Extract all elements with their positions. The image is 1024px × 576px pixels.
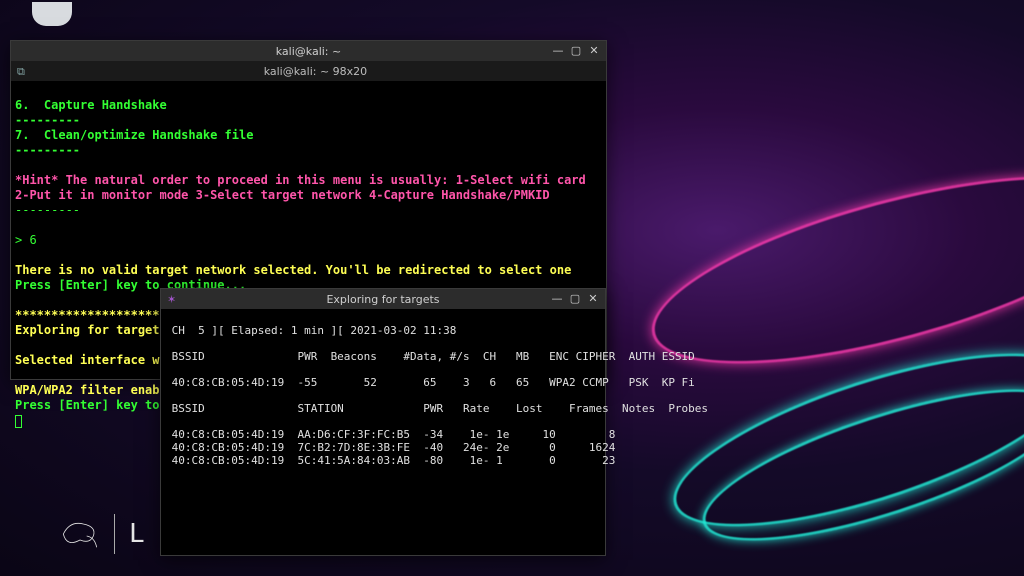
- airodump-columns-ap: BSSID PWR Beacons #Data, #/s CH MB ENC C…: [165, 350, 695, 363]
- airodump-output: CH 5 ][ Elapsed: 1 min ][ 2021-03-02 11:…: [161, 309, 605, 482]
- titlebar[interactable]: ✶ Exploring for targets — ▢ ✕: [161, 289, 605, 309]
- table-row: 40:C8:CB:05:4D:19 -55 52 65 3 6 65 WPA2 …: [165, 376, 695, 389]
- term-line: 6. Capture Handshake: [15, 98, 167, 112]
- term-line: ---------: [15, 143, 80, 157]
- window-title: kali@kali: ~: [11, 44, 606, 59]
- panel-applet-icon[interactable]: [32, 2, 72, 26]
- close-button[interactable]: ✕: [585, 291, 601, 305]
- term-line: ---------: [15, 203, 80, 217]
- terminal-tabbar[interactable]: ⧉ kali@kali: ~ 98x20: [11, 61, 606, 81]
- kali-dragon-icon: [60, 517, 100, 551]
- airodump-columns-clients: BSSID STATION PWR Rate Lost Frames Notes…: [165, 402, 708, 415]
- close-button[interactable]: ✕: [586, 43, 602, 57]
- maximize-button[interactable]: ▢: [567, 291, 583, 305]
- maximize-button[interactable]: ▢: [568, 43, 584, 57]
- term-prompt: > 6: [15, 233, 37, 247]
- desktop-logo-text: L: [129, 519, 145, 549]
- table-row: 40:C8:CB:05:4D:19 7C:B2:7D:8E:3B:FE -40 …: [165, 441, 615, 454]
- term-line: ---------: [15, 113, 80, 127]
- airodump-header: CH 5 ][ Elapsed: 1 min ][ 2021-03-02 11:…: [165, 324, 456, 337]
- desktop-logo: L: [60, 514, 145, 554]
- terminal-tab-label[interactable]: kali@kali: ~ 98x20: [31, 64, 600, 79]
- titlebar[interactable]: kali@kali: ~ — ▢ ✕: [11, 41, 606, 61]
- terminal-cursor: [15, 415, 22, 428]
- minimize-button[interactable]: —: [549, 291, 565, 305]
- table-row: 40:C8:CB:05:4D:19 AA:D6:CF:3F:FC:B5 -34 …: [165, 428, 615, 441]
- term-line: 7. Clean/optimize Handshake file: [15, 128, 253, 142]
- new-tab-icon[interactable]: ⧉: [17, 64, 25, 79]
- terminal-window-targets[interactable]: ✶ Exploring for targets — ▢ ✕ CH 5 ][ El…: [160, 288, 606, 556]
- term-hint: *Hint* The natural order to proceed in t…: [15, 173, 600, 203]
- window-title: Exploring for targets: [161, 292, 605, 307]
- minimize-button[interactable]: —: [550, 43, 566, 57]
- term-warning: There is no valid target network selecte…: [15, 263, 571, 277]
- table-row: 40:C8:CB:05:4D:19 5C:41:5A:84:03:AB -80 …: [165, 454, 615, 467]
- wallpaper-swoosh-cyan-2: [688, 359, 1024, 572]
- wallpaper-swoosh-cyan-1: [656, 318, 1024, 562]
